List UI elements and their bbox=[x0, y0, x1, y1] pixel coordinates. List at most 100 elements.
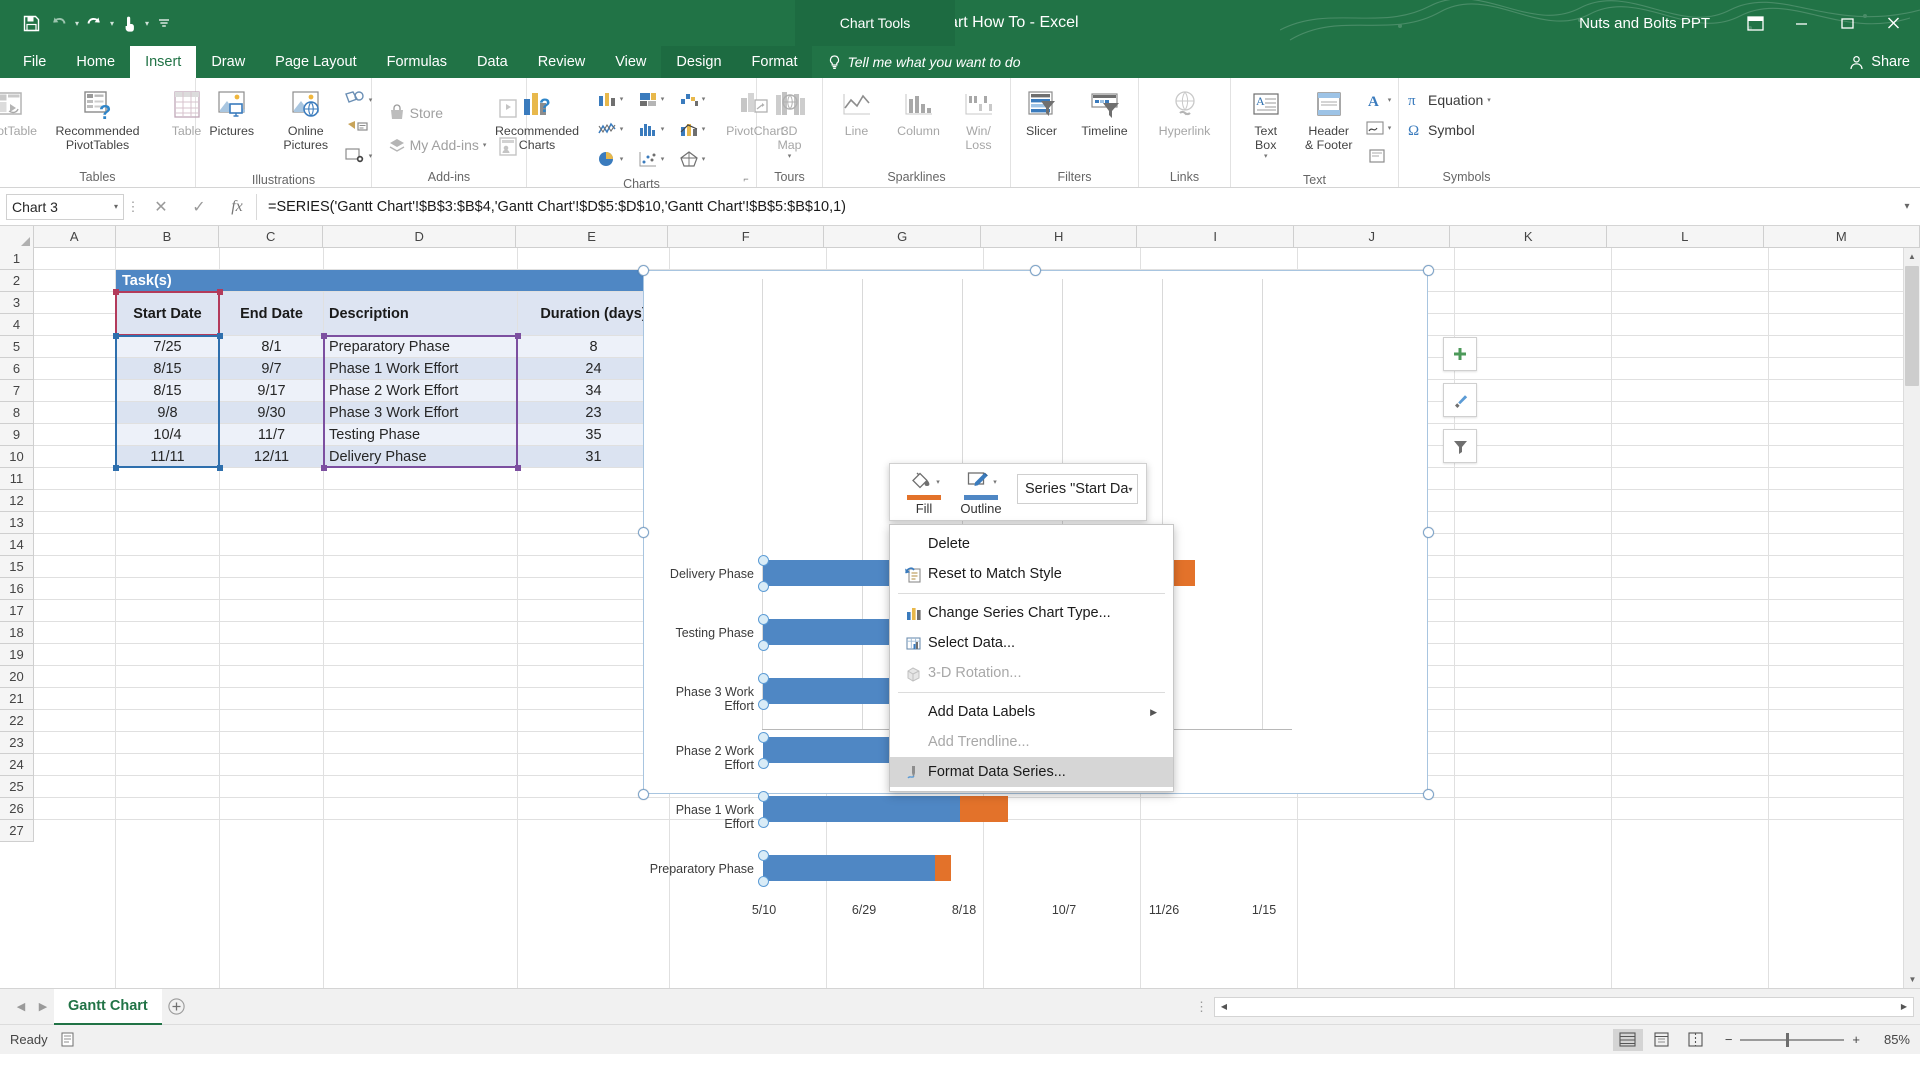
zoom-in-button[interactable]: + bbox=[1852, 1032, 1860, 1047]
touch-mouse-mode-icon[interactable] bbox=[116, 9, 142, 37]
row-header-27[interactable]: 27 bbox=[0, 820, 33, 842]
zoom-slider[interactable] bbox=[1740, 1032, 1845, 1047]
column-chart-dropdown-icon[interactable]: ▾ bbox=[620, 95, 624, 103]
3d-map-dropdown-icon[interactable]: ▾ bbox=[788, 152, 792, 160]
recommended-charts-button[interactable]: ? Recommended Charts bbox=[487, 84, 587, 152]
column-chart-button[interactable]: ▾ bbox=[589, 85, 630, 113]
sparkline-line-button[interactable]: Line bbox=[826, 84, 888, 139]
scatter-chart-button[interactable]: ▾ bbox=[630, 145, 671, 173]
previous-sheet-icon[interactable]: ◀ bbox=[10, 1000, 32, 1013]
zoom-out-button[interactable]: − bbox=[1725, 1032, 1733, 1047]
cell-C8[interactable]: 9/30 bbox=[220, 402, 323, 423]
sparkline-column-button[interactable]: Column bbox=[888, 84, 950, 139]
series-handle[interactable] bbox=[758, 876, 769, 887]
cell-C7[interactable]: 9/17 bbox=[220, 380, 323, 401]
series-selector[interactable]: Series "Start Da ▾ bbox=[1017, 474, 1139, 504]
series-handle[interactable] bbox=[758, 555, 769, 566]
waterfall-chart-button[interactable]: ▾ bbox=[671, 85, 712, 113]
scroll-left-arrow[interactable]: ◀ bbox=[1215, 1002, 1233, 1011]
combo-chart-dropdown-icon[interactable]: ▾ bbox=[702, 125, 706, 133]
vertical-scrollbar[interactable]: ▲ ▼ bbox=[1903, 248, 1920, 988]
column-header-D[interactable]: D bbox=[323, 226, 517, 248]
undo-dropdown-icon[interactable]: ▾ bbox=[75, 19, 79, 28]
radar-chart-dropdown-icon[interactable]: ▾ bbox=[702, 155, 706, 163]
series-handle[interactable] bbox=[758, 614, 769, 625]
minimize-icon[interactable] bbox=[1778, 0, 1824, 46]
tab-review[interactable]: Review bbox=[523, 46, 601, 78]
header-footer-button[interactable]: Header & Footer bbox=[1294, 84, 1364, 152]
signature-line-dropdown-icon[interactable]: ▾ bbox=[1388, 124, 1392, 132]
cancel-icon[interactable]: ✕ bbox=[142, 194, 180, 220]
zoom-level[interactable]: 85% bbox=[1868, 1032, 1910, 1047]
cell-D5[interactable]: Preparatory Phase bbox=[324, 336, 517, 357]
cell-B9[interactable]: 10/4 bbox=[116, 424, 219, 445]
row-header-8[interactable]: 8 bbox=[0, 402, 33, 424]
row-header-4[interactable]: 4 bbox=[0, 314, 33, 336]
scatter-chart-dropdown-icon[interactable]: ▾ bbox=[661, 155, 665, 163]
range-handle[interactable] bbox=[113, 465, 119, 471]
accessibility-checker-icon[interactable] bbox=[60, 1031, 75, 1048]
chart-resize-handle-ml[interactable] bbox=[638, 527, 649, 538]
row-header-2[interactable]: 2 bbox=[0, 270, 33, 292]
tab-home[interactable]: Home bbox=[61, 46, 130, 78]
chart-resize-handle-tr[interactable] bbox=[1423, 265, 1434, 276]
radar-chart-button[interactable]: ▾ bbox=[671, 145, 712, 173]
cell-B7[interactable]: 8/15 bbox=[116, 380, 219, 401]
ribbon-display-options-icon[interactable] bbox=[1732, 0, 1778, 46]
cell-B6[interactable]: 8/15 bbox=[116, 358, 219, 379]
bar-duration-preparatory[interactable] bbox=[935, 855, 951, 881]
bar-duration-phase1[interactable] bbox=[960, 796, 1008, 822]
cell-C6[interactable]: 9/7 bbox=[220, 358, 323, 379]
tab-page-layout[interactable]: Page Layout bbox=[260, 46, 371, 78]
hierarchy-chart-dropdown-icon[interactable]: ▾ bbox=[661, 95, 665, 103]
insert-function-icon[interactable]: fx bbox=[218, 194, 256, 220]
task-banner[interactable]: Task(s) bbox=[116, 270, 669, 291]
column-header-L[interactable]: L bbox=[1607, 226, 1764, 248]
column-header-E[interactable]: E bbox=[516, 226, 668, 248]
series-handle[interactable] bbox=[758, 758, 769, 769]
redo-icon[interactable] bbox=[81, 9, 107, 37]
range-handle[interactable] bbox=[321, 333, 327, 339]
scroll-up-arrow[interactable]: ▲ bbox=[1904, 248, 1920, 265]
row-header-17[interactable]: 17 bbox=[0, 600, 33, 622]
row-header-7[interactable]: 7 bbox=[0, 380, 33, 402]
row-header-16[interactable]: 16 bbox=[0, 578, 33, 600]
tab-data[interactable]: Data bbox=[462, 46, 523, 78]
column-header-G[interactable]: G bbox=[824, 226, 981, 248]
cell-B10[interactable]: 11/11 bbox=[116, 446, 219, 467]
column-header-H[interactable]: H bbox=[981, 226, 1138, 248]
next-sheet-icon[interactable]: ▶ bbox=[32, 1000, 54, 1013]
chart-resize-handle-tl[interactable] bbox=[638, 265, 649, 276]
wordart-dropdown-icon[interactable]: ▾ bbox=[1388, 96, 1392, 104]
timeline-button[interactable]: Timeline bbox=[1072, 84, 1138, 139]
chart-styles-button[interactable] bbox=[1443, 383, 1477, 417]
page-break-view-button[interactable] bbox=[1681, 1029, 1711, 1051]
object-button[interactable] bbox=[1364, 142, 1392, 170]
header-end-date[interactable]: End Date bbox=[220, 292, 323, 335]
tab-view[interactable]: View bbox=[600, 46, 661, 78]
slicer-button[interactable]: Slicer bbox=[1012, 84, 1072, 139]
scroll-right-arrow[interactable]: ▶ bbox=[1895, 1002, 1913, 1011]
chart-resize-handle-br[interactable] bbox=[1423, 789, 1434, 800]
tab-insert[interactable]: Insert bbox=[130, 46, 197, 78]
menu-item-add-data-labels[interactable]: Add Data Labels ▶ bbox=[890, 697, 1173, 727]
formula-input[interactable]: =SERIES('Gantt Chart'!$B$3:$B$4,'Gantt C… bbox=[256, 193, 1896, 220]
mini-toolbar[interactable]: ▾ Fill ▾ Outline Series "Start Da ▾ bbox=[889, 463, 1148, 521]
add-sheet-button[interactable] bbox=[162, 989, 192, 1025]
pivottable-button[interactable]: PivotTable bbox=[0, 84, 46, 139]
series-handle[interactable] bbox=[758, 732, 769, 743]
column-header-A[interactable]: A bbox=[34, 226, 116, 248]
restore-icon[interactable] bbox=[1824, 0, 1870, 46]
store-button[interactable]: Store bbox=[383, 102, 492, 124]
row-header-21[interactable]: 21 bbox=[0, 688, 33, 710]
equation-button[interactable]: π Equation ▾ bbox=[1401, 89, 1496, 111]
sparkline-winloss-button[interactable]: Win/ Loss bbox=[950, 84, 1008, 152]
range-handle[interactable] bbox=[113, 333, 119, 339]
row-header-14[interactable]: 14 bbox=[0, 534, 33, 556]
combo-chart-button[interactable]: ▾ bbox=[671, 115, 712, 143]
range-handle[interactable] bbox=[217, 465, 223, 471]
column-header-J[interactable]: J bbox=[1294, 226, 1451, 248]
text-box-dropdown-icon[interactable]: ▾ bbox=[1264, 152, 1268, 160]
range-handle[interactable] bbox=[515, 333, 521, 339]
pie-chart-dropdown-icon[interactable]: ▾ bbox=[620, 155, 624, 163]
